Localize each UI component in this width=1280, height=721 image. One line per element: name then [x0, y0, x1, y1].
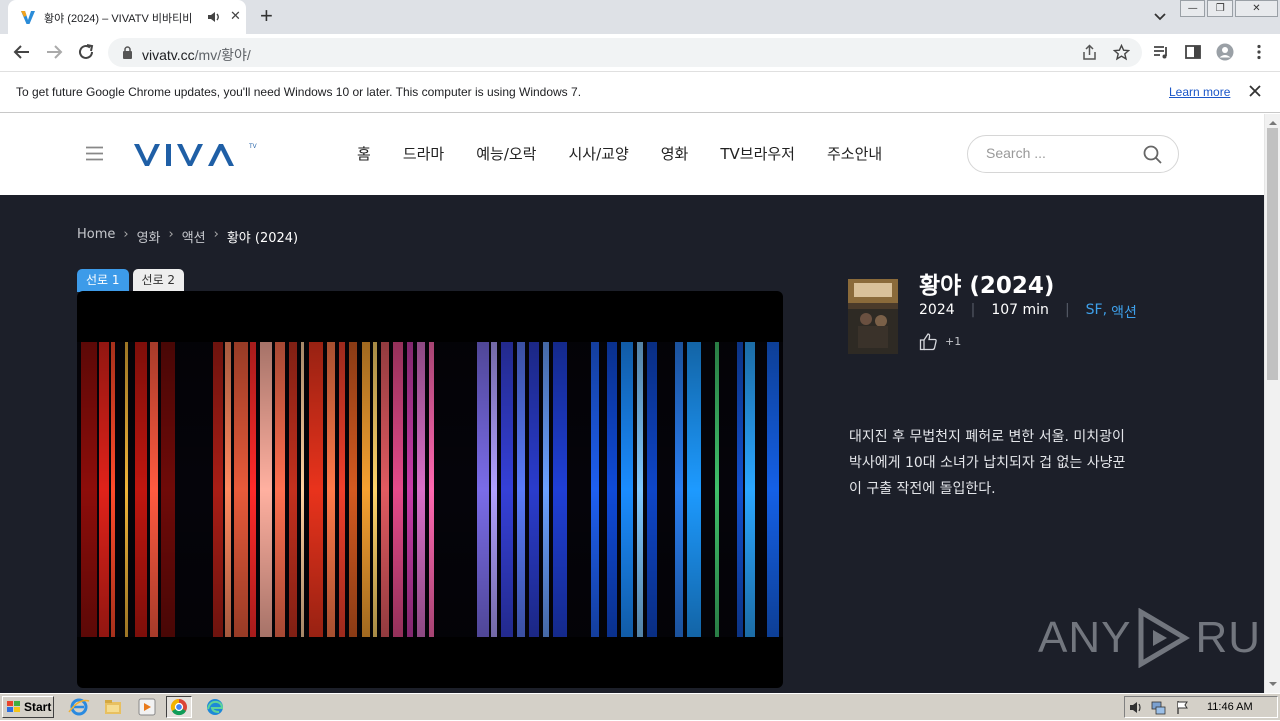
breadcrumb-separator: ›	[123, 227, 129, 242]
url-path: /mv/황야/	[194, 47, 251, 63]
breadcrumb-separator: ›	[168, 227, 174, 242]
infobar-close-icon[interactable]	[1248, 84, 1262, 98]
forward-arrow-icon[interactable]	[45, 43, 63, 61]
genre-link-sf[interactable]: SF	[1086, 302, 1103, 322]
nav-tv-browser[interactable]: TV브라우저	[720, 143, 795, 164]
system-clock: 11:46 AM	[1207, 701, 1253, 713]
more-menu-icon[interactable]	[1250, 43, 1268, 61]
browser-tab[interactable]: 황야 (2024) – VIVATV 비바티비 ✕	[8, 0, 246, 34]
speaker-icon[interactable]	[207, 9, 221, 25]
hamburger-menu-icon[interactable]	[86, 146, 103, 161]
watermark-run: RUN	[1195, 613, 1264, 662]
infobar-message: To get future Google Chrome updates, you…	[16, 85, 582, 99]
movie-poster[interactable]	[848, 279, 898, 354]
page-viewport: TV 홈 드라마 예능/오락 시사/교양 영화 TV브라우저 주소안내 Home…	[0, 114, 1264, 693]
genre-separator: ,	[1102, 302, 1108, 318]
scroll-up-arrow-icon[interactable]	[1268, 118, 1278, 128]
search-input[interactable]	[986, 145, 1136, 161]
site-header: TV 홈 드라마 예능/오락 시사/교양 영화 TV브라우저 주소안내	[0, 114, 1264, 195]
url-host: vivatv.cc	[142, 47, 195, 63]
server-tab-1[interactable]: 선로 1	[77, 269, 129, 292]
window-close-icon[interactable]: ✕	[1234, 0, 1278, 17]
main-nav: 홈 드라마 예능/오락 시사/교양 영화 TV브라우저 주소안내	[357, 143, 914, 164]
file-explorer-icon[interactable]	[100, 696, 126, 718]
windows-taskbar: Start 11:46 AM	[0, 693, 1280, 720]
scroll-down-arrow-icon[interactable]	[1268, 679, 1278, 689]
server-tabs: 선로 1 선로 2	[77, 269, 188, 292]
media-player-icon[interactable]	[134, 696, 160, 718]
movie-synopsis: 대지진 후 무법천지 폐허로 변한 서울. 미치광이 박사에게 10대 소녀가 …	[849, 429, 1126, 497]
learn-more-link[interactable]: Learn more	[1169, 85, 1230, 99]
start-label: Start	[24, 700, 52, 714]
viva-logo[interactable]: TV	[133, 140, 259, 170]
movie-year: 2024	[919, 302, 955, 318]
breadcrumb-action[interactable]: 액션	[182, 227, 206, 246]
profile-avatar-icon[interactable]	[1216, 43, 1234, 61]
breadcrumb-current: 황야 (2024)	[226, 231, 299, 246]
url-text[interactable]: vivatv.cc/mv/황야/	[142, 45, 251, 65]
tab-close-icon[interactable]: ✕	[230, 9, 241, 25]
movie-meta: 2024 | 107 min | SF , 액션	[919, 302, 1137, 322]
tab-search-chevron-icon[interactable]	[1152, 8, 1168, 24]
movie-title: 황야 (2024)	[919, 273, 1055, 299]
reload-icon[interactable]	[77, 43, 95, 61]
volume-icon[interactable]	[1129, 700, 1144, 715]
genre-link-action[interactable]: 액션	[1111, 302, 1137, 322]
watermark-any: ANY	[1038, 613, 1132, 662]
anyrun-watermark: ANY RUN	[1038, 608, 1264, 668]
scrollbar-thumb[interactable]	[1267, 128, 1278, 380]
thumbs-up-icon[interactable]	[919, 332, 938, 351]
meta-divider: |	[970, 302, 976, 318]
play-triangle-icon	[1138, 608, 1191, 668]
media-queue-icon[interactable]	[1152, 43, 1170, 61]
breadcrumb-home[interactable]: Home	[77, 227, 115, 246]
nav-address-info[interactable]: 주소안내	[827, 143, 882, 164]
address-bar[interactable]: vivatv.cc/mv/황야/	[108, 38, 1142, 67]
logo-tm: TV	[249, 144, 257, 150]
new-tab-button[interactable]: +	[260, 5, 273, 27]
internet-explorer-icon[interactable]	[66, 696, 92, 718]
search-icon[interactable]	[1143, 145, 1162, 164]
site-search	[967, 135, 1179, 173]
like-count: +1	[945, 335, 962, 348]
system-tray: 11:46 AM	[1124, 696, 1278, 718]
breadcrumb-separator: ›	[213, 227, 219, 242]
taskbar-chrome-button[interactable]	[166, 696, 192, 718]
chrome-icon	[170, 698, 187, 716]
window-controls: — ❐ ✕	[1180, 0, 1280, 18]
nav-variety[interactable]: 예능/오락	[476, 143, 536, 164]
browser-toolbar: vivatv.cc/mv/황야/	[0, 34, 1280, 71]
video-player[interactable]	[77, 291, 783, 688]
network-icon[interactable]	[1151, 700, 1166, 715]
action-center-flag-icon[interactable]	[1175, 700, 1190, 715]
like-button[interactable]: +1	[919, 332, 961, 351]
meta-divider: |	[1064, 302, 1070, 318]
nav-movies[interactable]: 영화	[661, 143, 689, 164]
update-infobar: To get future Google Chrome updates, you…	[0, 71, 1280, 113]
back-arrow-icon[interactable]	[13, 43, 31, 61]
movie-runtime: 107 min	[991, 302, 1049, 318]
share-icon[interactable]	[1081, 44, 1098, 61]
browser-tab-strip: 황야 (2024) – VIVATV 비바티비 ✕ + — ❐ ✕	[0, 0, 1280, 34]
breadcrumb: Home › 영화 › 액션 › 황야 (2024)	[77, 227, 306, 246]
breadcrumb-movies[interactable]: 영화	[137, 227, 161, 246]
nav-drama[interactable]: 드라마	[403, 143, 444, 164]
viva-v-icon	[21, 11, 35, 24]
windows-flag-icon	[7, 701, 20, 712]
star-bookmark-icon[interactable]	[1113, 44, 1130, 61]
video-frame	[77, 342, 783, 637]
nav-current-affairs[interactable]: 시사/교양	[568, 143, 628, 164]
page-scrollbar[interactable]	[1264, 114, 1280, 693]
restore-icon[interactable]: ❐	[1207, 0, 1233, 17]
server-tab-2[interactable]: 선로 2	[132, 269, 185, 292]
edge-icon[interactable]	[202, 696, 228, 718]
lock-icon[interactable]	[122, 46, 133, 59]
minimize-icon[interactable]: —	[1180, 0, 1206, 17]
nav-home[interactable]: 홈	[357, 143, 371, 164]
tab-title: 황야 (2024) – VIVATV 비바티비	[44, 13, 193, 25]
start-button[interactable]: Start	[2, 696, 54, 718]
side-panel-icon[interactable]	[1184, 43, 1202, 61]
